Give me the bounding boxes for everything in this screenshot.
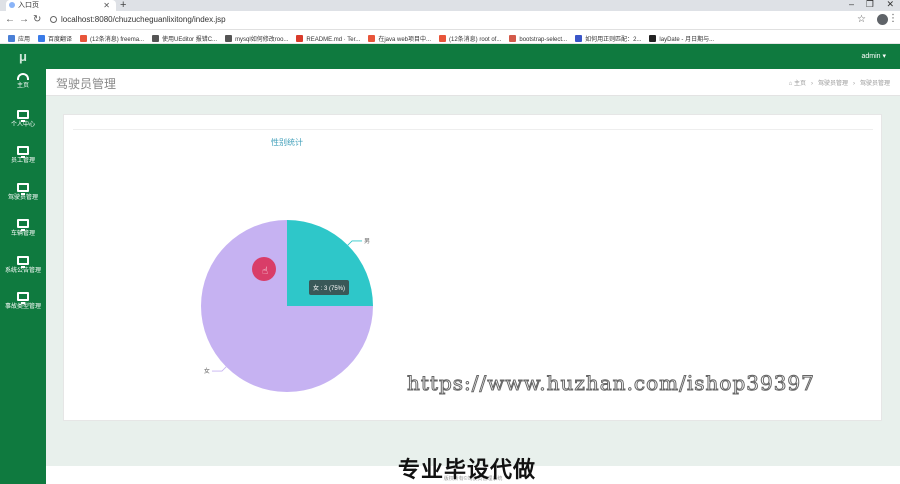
bookmark-icon [509,35,517,42]
sidebar-item[interactable]: 个人中心 [0,107,46,141]
chart-tooltip: 女 : 3 (75%) [309,280,350,295]
bookmark-icon [575,35,583,42]
user-menu[interactable]: admin ▾ [861,52,886,60]
bookmark-icon [152,35,160,42]
bookmark-item[interactable]: mysql如何修改roo... [225,33,288,43]
sidebar-item-label: 车辆管理 [10,231,35,237]
bookmark-icon [649,35,657,42]
slice-label: 女 [204,367,210,375]
breadcrumb-section[interactable]: 驾驶员管理 [818,81,848,87]
slice-label-line [347,240,363,246]
sidebar: μ 主页个人中心员工管理驾驶员管理车辆管理系统公告管理 事故类型管理 [0,44,46,484]
hand-cursor-icon: ☝ [262,266,269,277]
tab-title: 入口页 [18,2,39,9]
bookmark-item[interactable]: (12条消息) root of... [439,33,501,43]
monitor-icon [17,219,29,231]
sidebar-item-label: 个人中心 [10,121,35,128]
home-icon: ⌂ [788,81,793,87]
monitor-icon [17,255,29,268]
watermark: https://www.huzhan.com/ishop39397 [407,371,815,396]
browser-tabbar: 入口页 ✕ + – ❐ ✕ [0,0,900,11]
bookmark-item[interactable]: (12条消息) freema... [80,33,144,43]
monitor-icon [17,182,29,195]
bookmark-icon [80,35,88,42]
monitor-icon [17,109,29,122]
sidebar-item[interactable]: 系统公告管理 [0,253,46,287]
sidebar-item[interactable]: 事故类型管理 [0,289,46,323]
bookmark-icon [439,35,446,42]
sidebar-item-label: 主页 [16,83,29,89]
breadcrumb-home[interactable]: 主页 [794,81,806,87]
bookmark-item[interactable]: layDate - 月日期与... [649,33,714,43]
page-header: 驾驶员管理 ⌂ 主页 › 驾驶员管理 › 驾驶员管理 [46,69,900,96]
info-icon [50,16,57,23]
sidebar-item-label: 系统公告管理 [4,267,41,274]
window-close-icon[interactable]: ✕ [886,0,894,10]
bookmark-icon [38,35,46,42]
bookmark-icon [225,35,233,42]
profile-icon[interactable] [877,14,888,25]
topbar: admin ▾ [46,44,900,69]
back-icon[interactable]: ← [5,14,15,25]
bookmark-icon [8,35,15,42]
slice-label-line [211,366,227,372]
logo: μ [19,49,27,64]
globe-icon [9,2,15,8]
minimize-icon[interactable]: – [849,0,854,9]
bookmark-item[interactable]: 使用UEditor 报错C... [152,33,217,43]
new-tab-button[interactable]: + [120,0,126,11]
page-title: 驾驶员管理 [56,77,117,91]
breadcrumb: ⌂ 主页 › 驾驶员管理 › 驾驶员管理 [788,81,890,87]
close-icon[interactable]: ✕ [103,0,110,11]
bookmarks-bar: 应用 百度翻译 (12条消息) freema... 使用UEditor 报错C... m… [0,30,900,44]
bookmark-icon [368,35,376,42]
reload-icon[interactable]: ↻ [33,14,41,25]
sidebar-item-label: 事故类型管理 [4,304,41,310]
forward-icon[interactable]: → [19,14,29,25]
sidebar-item[interactable]: 员工管理 [0,143,46,177]
sidebar-item[interactable]: 主页 [0,70,46,104]
bookmark-icon [296,35,304,42]
bookmark-item[interactable]: 百度翻译 [38,33,72,43]
star-icon[interactable]: ☆ [857,14,866,25]
sidebar-item-label: 员工管理 [10,158,35,164]
restore-icon[interactable]: ❐ [866,0,874,10]
bookmark-item[interactable]: bootstrap-select... [509,33,567,43]
dashboard-icon [17,73,29,80]
address-bar: ← → ↻ localhost:8080/chuzucheguanlixiton… [0,11,900,30]
monitor-icon [17,292,29,304]
breadcrumb-current: 驾驶员管理 [859,81,890,87]
bookmark-item[interactable]: 应用 [8,33,30,43]
bookmark-item[interactable]: 如何用正则匹配：2... [575,33,641,43]
caption-overlay: 专业毕设代做 [398,458,537,483]
bookmark-item[interactable]: 在java web项目中... [368,33,431,43]
sidebar-item[interactable]: 车辆管理 [0,216,46,250]
menu-icon[interactable]: ⋮ [888,13,898,24]
browser-tab[interactable]: 入口页 ✕ [6,0,116,11]
sidebar-item[interactable]: 驾驶员管理 [0,180,46,214]
sidebar-item-label: 驾驶员管理 [7,194,38,201]
monitor-icon [17,146,29,158]
url-field[interactable]: localhost:8080/chuzucheguanlixitong/inde… [50,15,226,24]
bookmark-item[interactable]: README.md · Ter... [296,33,360,43]
slice-label: 男 [364,238,370,245]
